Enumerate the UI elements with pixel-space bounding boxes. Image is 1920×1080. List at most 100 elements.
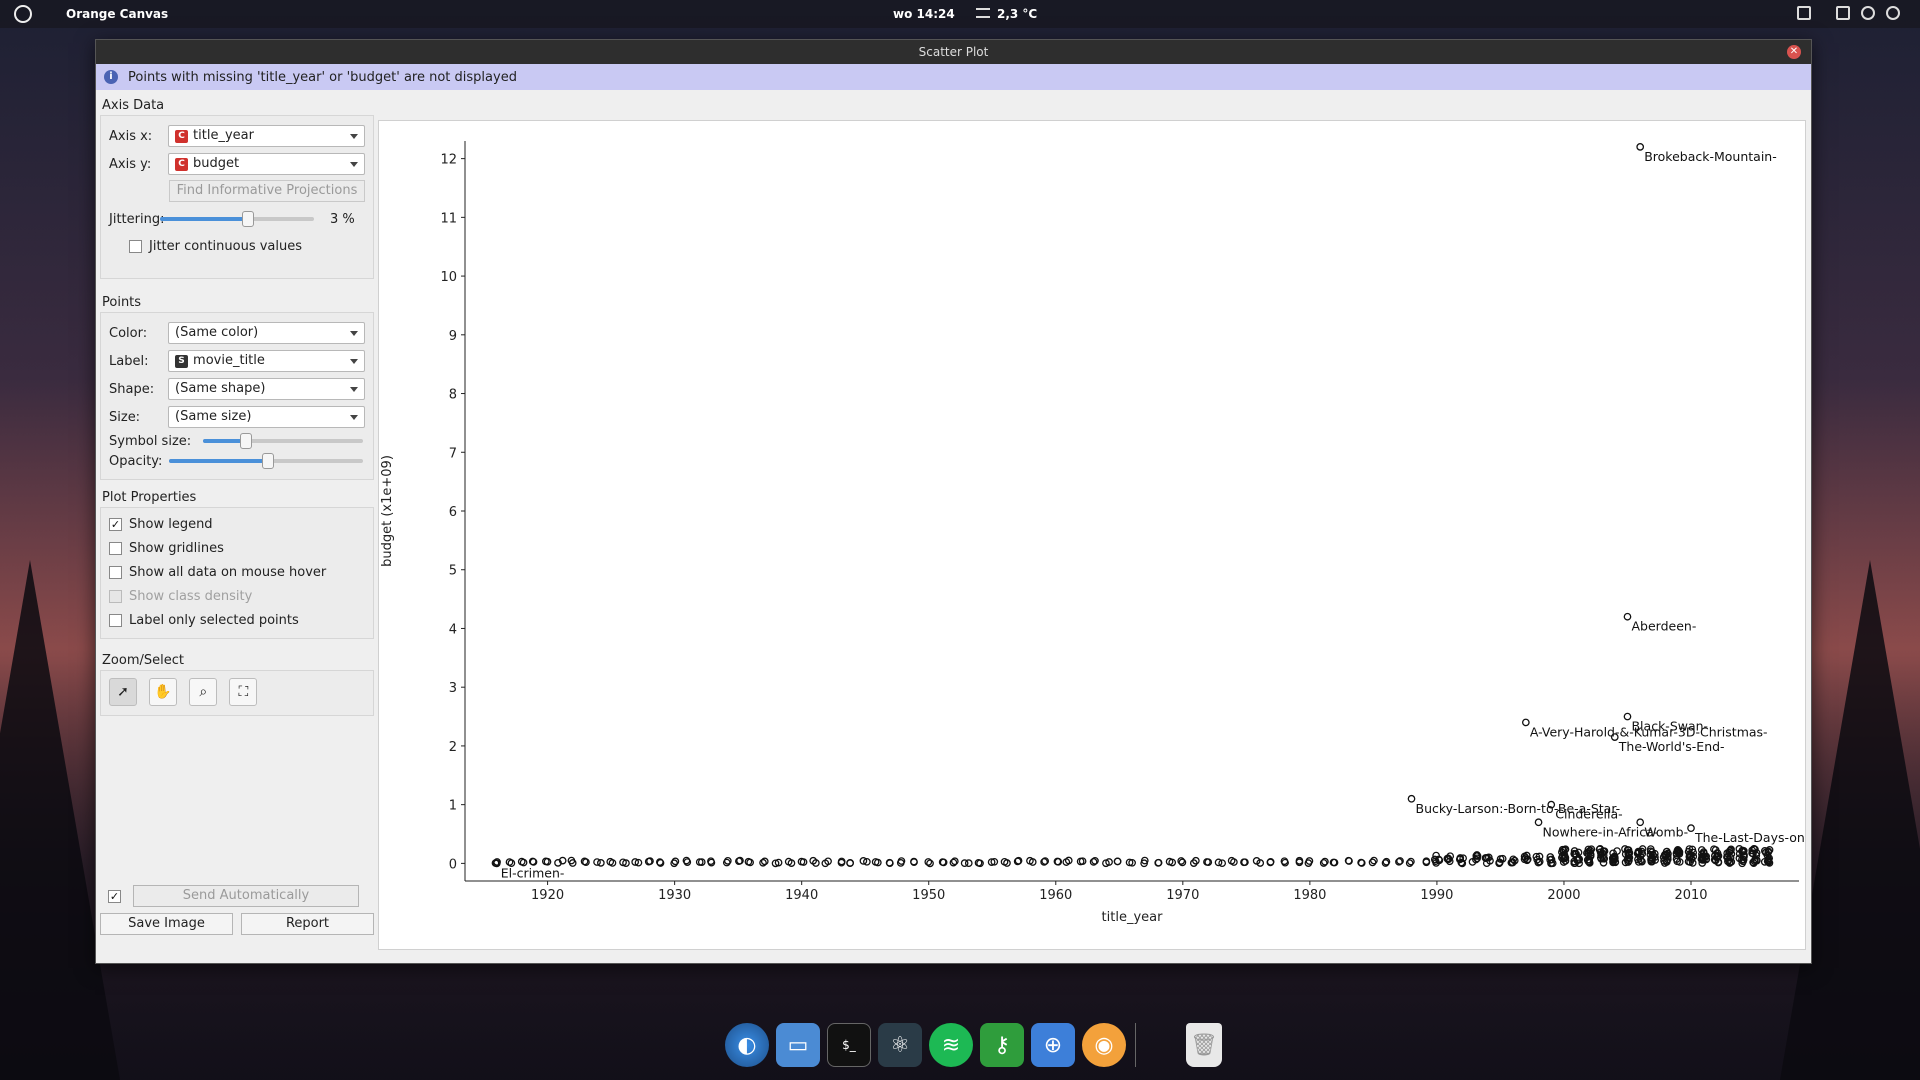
x-tick-label: 1940 [785, 888, 818, 903]
y-tick-label: 12 [440, 153, 457, 168]
point-label: Womb- [1644, 824, 1688, 839]
y-tick-label: 10 [440, 270, 457, 285]
show-gridlines-checkbox[interactable] [109, 541, 122, 555]
data-point [960, 859, 969, 867]
x-tick-label: 1970 [1166, 888, 1199, 903]
terminal-icon[interactable]: $_ [827, 1023, 871, 1067]
data-point [608, 859, 617, 867]
system-menu-icon[interactable] [14, 5, 32, 23]
app-store-icon[interactable]: ⊕ [1031, 1023, 1075, 1067]
data-point [926, 859, 934, 868]
label-label: Label: [109, 353, 149, 369]
save-image-button[interactable]: Save Image [100, 913, 233, 935]
data-point [1623, 712, 1632, 721]
window-titlebar[interactable]: Scatter Plot ✕ [96, 40, 1811, 64]
scatter-plot-window: Scatter Plot ✕ i Points with missing 'ti… [95, 39, 1812, 964]
info-message: Points with missing 'title_year' or 'bud… [128, 69, 517, 85]
data-point [1636, 143, 1645, 151]
axis-y-combo[interactable]: C budget [168, 153, 365, 175]
spotify-icon[interactable]: ≋ [929, 1023, 973, 1067]
reset-zoom-icon[interactable]: ⛶ [229, 678, 258, 706]
dock: ◐ ▭ $_ ⚛ ≋ ⚷ ⊕ ◉ 🗑 [725, 1023, 1229, 1071]
data-point [846, 859, 854, 867]
size-label: Size: [109, 409, 141, 425]
shape-combo[interactable]: (Same shape) [168, 378, 365, 400]
symbol-size-slider[interactable] [203, 433, 363, 449]
axis-y-value: budget [193, 156, 240, 171]
axis-x-value: title_year [193, 128, 254, 143]
show-legend-checkbox[interactable]: ✓ [109, 517, 122, 531]
send-automatically-button: Send Automatically [133, 885, 359, 907]
size-combo[interactable]: (Same size) [168, 406, 365, 428]
x-tick-label: 2010 [1674, 888, 1707, 903]
clock[interactable]: wo 14:24 [893, 7, 955, 21]
data-point [1623, 612, 1632, 621]
chevron-down-icon [350, 331, 358, 336]
top-panel: Orange Canvas wo 14:24 2,3 °C [0, 0, 1920, 28]
x-axis-label: title_year [1102, 910, 1164, 925]
slider-handle[interactable] [241, 211, 254, 227]
select-pointer-icon[interactable]: ➚ [109, 678, 137, 706]
active-app-name[interactable]: Orange Canvas [66, 7, 168, 21]
label-combo[interactable]: S movie_title [168, 350, 365, 372]
data-point [1534, 818, 1543, 827]
bottom-controls: ✓ Send Automatically Save Image Report [100, 885, 374, 935]
trash-icon[interactable]: 🗑 [1186, 1023, 1222, 1067]
power-icon[interactable] [1886, 6, 1900, 20]
atom-icon[interactable]: ⚛ [878, 1023, 922, 1067]
shape-label: Shape: [109, 381, 155, 397]
label-value: movie_title [193, 353, 265, 368]
files-icon[interactable]: ▭ [776, 1023, 820, 1067]
pan-hand-icon[interactable]: ✋ [149, 678, 178, 706]
auto-send-checkbox[interactable]: ✓ [108, 889, 121, 903]
y-tick-label: 8 [449, 388, 457, 403]
point-label: The-World's-End- [1618, 739, 1725, 754]
jitter-continuous-checkbox[interactable] [129, 239, 142, 253]
dock-separator [1135, 1023, 1179, 1067]
jitter-continuous-label: Jitter continuous values [149, 238, 303, 254]
size-value: (Same size) [175, 409, 252, 424]
x-tick-label: 2000 [1547, 888, 1580, 903]
weather-icon [976, 8, 990, 18]
opacity-slider[interactable] [169, 453, 363, 469]
symbol-size-label: Symbol size: [109, 433, 192, 449]
color-combo[interactable]: (Same color) [168, 322, 365, 344]
browser-icon[interactable]: ◐ [725, 1023, 769, 1067]
orange-icon[interactable]: ◉ [1082, 1023, 1126, 1067]
scatter-chart[interactable]: 01234567891011121920 1930 1940 1950 1960 1970… [379, 121, 1807, 951]
axis-data-title: Axis Data [102, 98, 165, 113]
passwords-icon[interactable]: ⚷ [980, 1023, 1024, 1067]
zoom-magnifier-icon[interactable]: ⌕ [189, 678, 218, 706]
info-icon: i [104, 70, 118, 84]
chevron-down-icon [350, 359, 358, 364]
notifications-icon[interactable] [1836, 6, 1850, 20]
x-tick-label: 1960 [1039, 888, 1072, 903]
jittering-slider[interactable] [160, 211, 314, 227]
volume-icon[interactable] [1861, 6, 1875, 20]
slider-handle[interactable] [239, 433, 252, 449]
scatter-plot-area[interactable]: 0 1 2 3 4 5 6 7 8 9 10 11 12 1920 1930 1940 1950 1960 1970… [378, 120, 1806, 950]
y-tick-label: 0 [449, 857, 457, 872]
plot-properties-title: Plot Properties [102, 490, 197, 505]
show-legend-label: Show legend [129, 516, 213, 532]
jittering-slider-wrap [160, 211, 314, 227]
point-label: The-Last-Days-on [1694, 830, 1805, 845]
y-tick-label: 6 [449, 505, 457, 520]
report-button[interactable]: Report [241, 913, 374, 935]
data-point [1113, 857, 1122, 866]
point-label: A-Very-Harold-&-Kumar-3D-Christmas- [1530, 724, 1768, 739]
axis-x-combo[interactable]: C title_year [168, 125, 365, 147]
weather-text[interactable]: 2,3 °C [997, 7, 1037, 21]
y-tick-label: 5 [449, 564, 457, 579]
show-all-data-checkbox[interactable] [109, 565, 122, 579]
zoom-select-box: ➚ ✋ ⌕ ⛶ [100, 670, 374, 716]
categorical-var-icon: C [175, 129, 189, 143]
opacity-label: Opacity: [109, 453, 163, 469]
label-only-selected-checkbox[interactable] [109, 613, 122, 627]
find-projections-button: Find Informative Projections [169, 180, 365, 202]
close-icon[interactable]: ✕ [1787, 45, 1801, 59]
slider-handle[interactable] [262, 453, 275, 469]
workspaces-icon[interactable] [1797, 6, 1811, 20]
shape-value: (Same shape) [175, 381, 266, 396]
window-title: Scatter Plot [918, 45, 989, 59]
